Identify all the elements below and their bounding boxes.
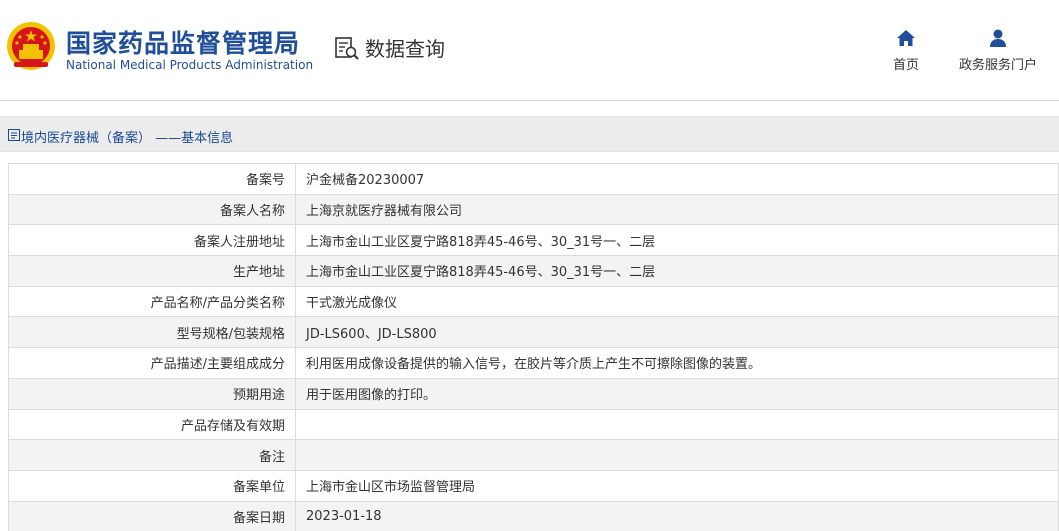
- home-icon: [897, 30, 915, 46]
- row-value: [295, 408, 1059, 441]
- row-label: 备案日期: [8, 500, 296, 531]
- breadcrumb-text: 境内医疗器械（备案） ——基本信息: [21, 131, 234, 146]
- row-value: 2023-01-18: [295, 500, 1059, 531]
- nav-home-label: 首页: [892, 58, 919, 73]
- table-row: 备案号 沪金械备20230007: [8, 163, 1059, 195]
- breadcrumb: 境内医疗器械（备案） ——基本信息: [0, 116, 1059, 152]
- row-value: 上海市金山工业区夏宁路818弄45-46号、30_31号一、二层: [295, 224, 1059, 257]
- user-icon: [990, 29, 1006, 47]
- row-label: 产品名称/产品分类名称: [8, 285, 296, 318]
- table-row: 备案单位 上海市金山区市场监督管理局: [8, 469, 1059, 502]
- row-value: 沪金械备20230007: [295, 163, 1059, 195]
- row-value: 上海市金山工业区夏宁路818弄45-46号、30_31号一、二层: [295, 255, 1059, 287]
- site-title-cn: 国家药品监督管理局: [66, 29, 301, 58]
- row-label: 备案人注册地址: [8, 224, 296, 257]
- table-row: 备注: [8, 439, 1059, 471]
- table-row: 预期用途 用于医用图像的打印。: [8, 377, 1059, 410]
- table-row: 备案人名称 上海京就医疗器械有限公司: [8, 193, 1059, 226]
- nav-gov-portal-label: 政务服务门户: [958, 58, 1037, 73]
- header-divider: [0, 100, 1059, 101]
- table-row: 产品描述/主要组成成分 利用医用成像设备提供的输入信号，在胶片等介质上产生不可擦…: [8, 347, 1059, 379]
- row-label: 型号规格/包装规格: [8, 316, 296, 349]
- row-label: 产品存储及有效期: [8, 408, 296, 441]
- row-value: 上海市金山区市场监督管理局: [295, 469, 1059, 502]
- nav-gov-portal[interactable]: 政务服务门户: [954, 28, 1042, 73]
- detail-table: 备案号 沪金械备20230007 备案人名称 上海京就医疗器械有限公司 备案人注…: [8, 163, 1059, 531]
- row-value: 上海京就医疗器械有限公司: [295, 193, 1059, 226]
- national-emblem-icon: [7, 22, 55, 70]
- data-query-label: 数据查询: [365, 37, 445, 61]
- row-label: 备注: [8, 439, 296, 471]
- row-value: 用于医用图像的打印。: [295, 377, 1059, 410]
- document-search-icon: [335, 36, 359, 60]
- row-value: 利用医用成像设备提供的输入信号，在胶片等介质上产生不可擦除图像的装置。: [295, 347, 1059, 379]
- row-label: 产品描述/主要组成成分: [8, 347, 296, 379]
- row-label: 预期用途: [8, 377, 296, 410]
- data-query-link[interactable]: 数据查询: [333, 33, 445, 62]
- row-value: JD-LS600、JD-LS800: [295, 316, 1059, 349]
- row-label: 备案号: [8, 163, 296, 195]
- nav-home[interactable]: 首页: [888, 28, 924, 73]
- table-row: 备案日期 2023-01-18: [8, 500, 1059, 531]
- row-value: [295, 439, 1059, 471]
- table-row: 生产地址 上海市金山工业区夏宁路818弄45-46号、30_31号一、二层: [8, 255, 1059, 287]
- table-row: 产品名称/产品分类名称 干式激光成像仪: [8, 285, 1059, 318]
- row-value: 干式激光成像仪: [295, 285, 1059, 318]
- site-title-en: National Medical Products Administration: [66, 58, 314, 72]
- row-label: 生产地址: [8, 255, 296, 287]
- row-label: 备案单位: [8, 469, 296, 502]
- table-row: 型号规格/包装规格 JD-LS600、JD-LS800: [8, 316, 1059, 349]
- row-label: 备案人名称: [8, 193, 296, 226]
- site-header: 国家药品监督管理局 National Medical Products Admi…: [0, 0, 1059, 100]
- list-icon: [8, 129, 20, 141]
- table-row: 产品存储及有效期: [8, 408, 1059, 441]
- table-row: 备案人注册地址 上海市金山工业区夏宁路818弄45-46号、30_31号一、二层: [8, 224, 1059, 257]
